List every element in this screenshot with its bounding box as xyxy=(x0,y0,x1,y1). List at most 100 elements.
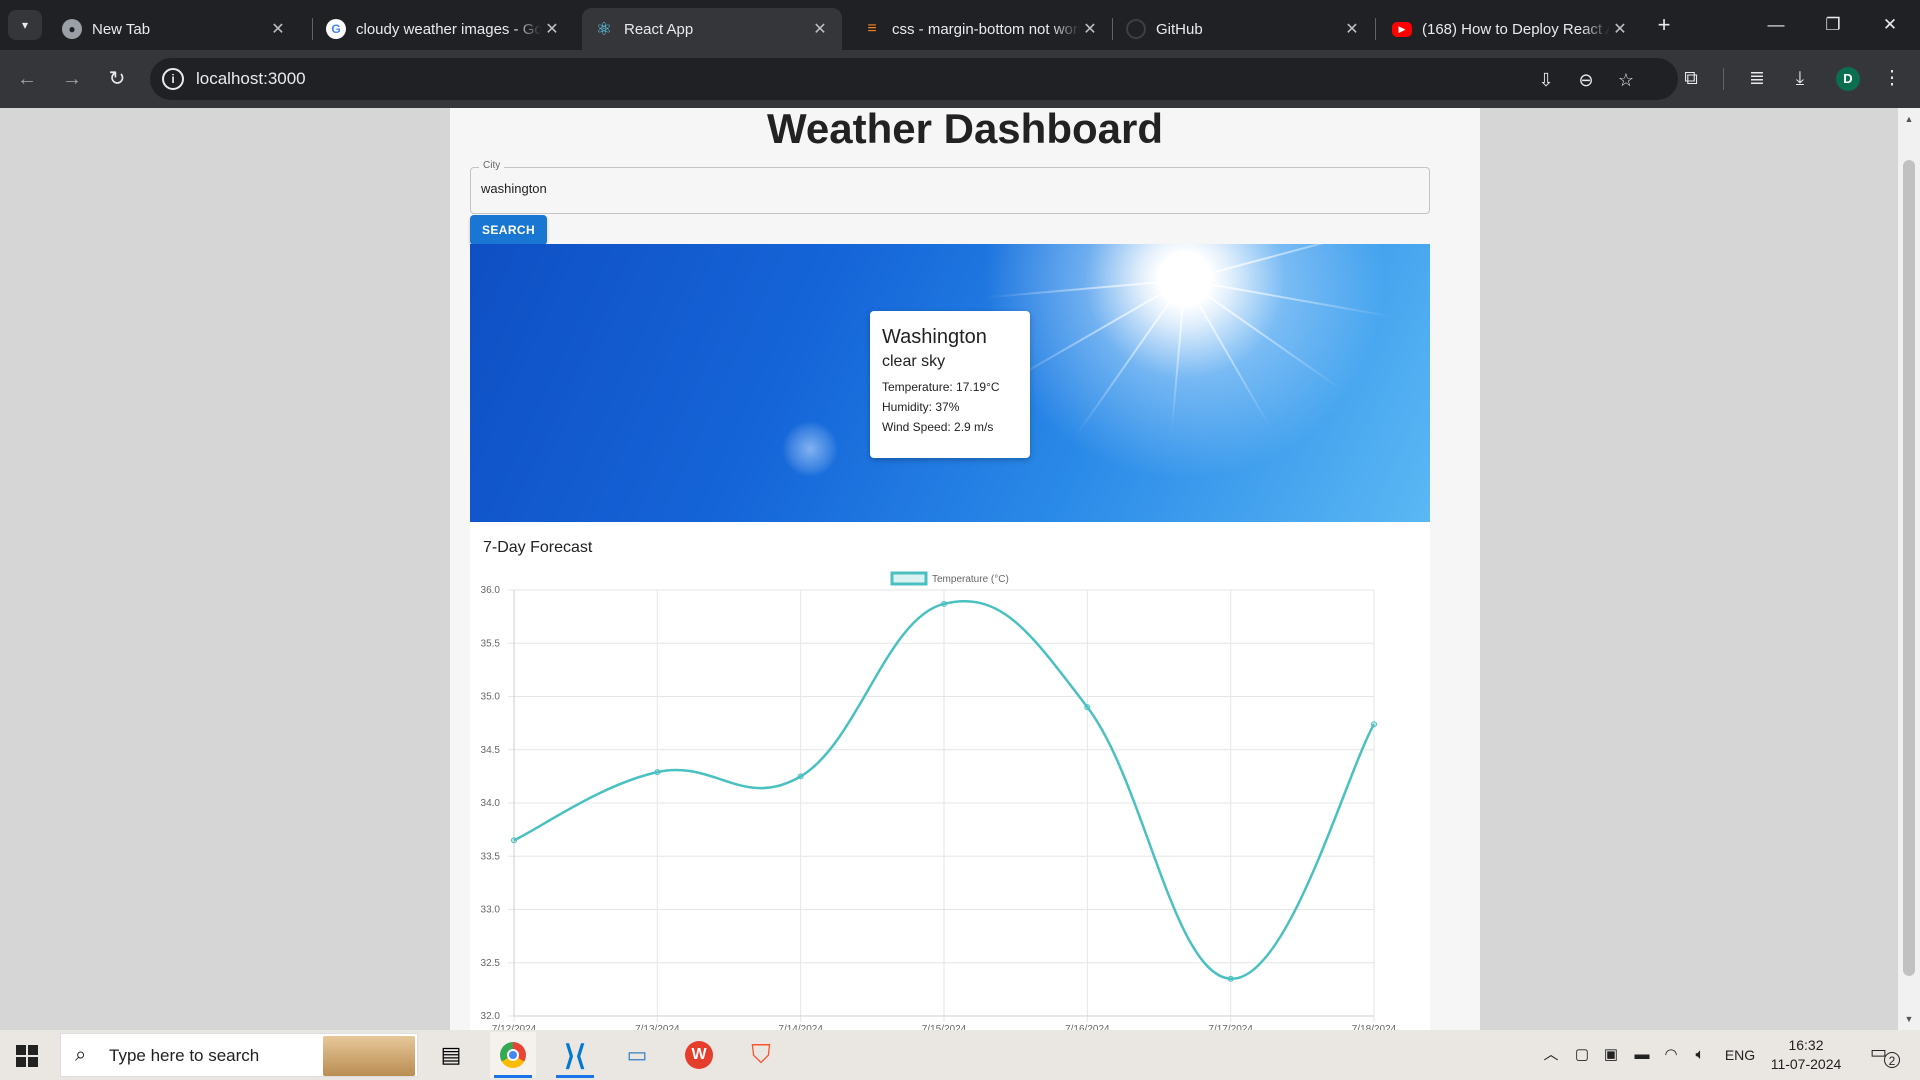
github-icon xyxy=(1126,19,1146,39)
menu-icon[interactable]: ⋮ xyxy=(1878,64,1906,94)
task-view-icon[interactable]: ▤ xyxy=(428,1032,474,1078)
tab-github[interactable]: GitHub ✕ xyxy=(1114,8,1374,50)
arrow-right-icon: → xyxy=(62,68,82,90)
url-text[interactable]: localhost:3000 xyxy=(196,69,306,89)
media-controls-icon[interactable]: ≣ xyxy=(1743,64,1771,94)
sun-ray xyxy=(1075,279,1186,437)
browser-toolbar: ← → ↻ i localhost:3000 ⇩ ⊖ ☆ ⧉ ≣ ⤓ ⋮ xyxy=(0,50,1920,108)
tab-youtube[interactable]: ▶ (168) How to Deploy React App ✕ xyxy=(1380,8,1642,50)
browser-tab-bar: ▾ ● New Tab ✕ G cloudy weather images - … xyxy=(0,0,1920,50)
weather-hero-image: Washington clear sky Temperature: 17.19°… xyxy=(470,244,1430,522)
y-tick-label: 32.5 xyxy=(481,958,501,969)
zoom-icon[interactable]: ⊖ xyxy=(1574,68,1598,92)
city-name: Washington xyxy=(882,326,987,348)
y-tick-label: 36.0 xyxy=(481,585,501,596)
minimize-button[interactable]: — xyxy=(1756,10,1796,40)
sun-ray xyxy=(1184,279,1271,428)
tab-separator xyxy=(312,18,313,40)
tab-react-app[interactable]: ⚛ React App ✕ xyxy=(582,8,842,50)
restore-icon: ❐ xyxy=(1825,15,1841,34)
forecast-line-chart: 36.035.535.034.534.033.533.032.532.07/12… xyxy=(481,571,1397,1030)
chevron-down-icon: ▾ xyxy=(21,18,29,32)
taskbar-search-box[interactable]: ⌕ Type here to search xyxy=(60,1033,418,1077)
legend-label: Temperature (°C) xyxy=(932,574,1009,585)
extensions-icon[interactable]: ⧉ xyxy=(1677,64,1705,94)
scroll-up-icon[interactable]: ▲ xyxy=(1904,114,1914,124)
tab-label: css - margin-bottom not working xyxy=(892,20,1080,38)
tab-label: cloudy weather images - Google Search xyxy=(356,20,542,38)
notification-icon[interactable]: ▭ 2 xyxy=(1870,1042,1900,1068)
close-window-button[interactable]: ✕ xyxy=(1870,10,1910,40)
close-icon[interactable]: ✕ xyxy=(268,19,288,39)
close-icon[interactable]: ✕ xyxy=(1342,19,1362,39)
tab-new-tab[interactable]: ● New Tab ✕ xyxy=(50,8,300,50)
react-icon: ⚛ xyxy=(595,18,613,39)
minimize-icon: — xyxy=(1767,15,1785,34)
meet-now-icon[interactable]: ▢ xyxy=(1571,1044,1593,1066)
restore-button[interactable]: ❐ xyxy=(1813,10,1853,40)
back-button[interactable]: ← xyxy=(12,64,42,94)
clock-time: 16:32 xyxy=(1788,1037,1824,1053)
wps-office-icon[interactable]: W xyxy=(676,1032,722,1078)
forward-button[interactable]: → xyxy=(57,64,87,94)
city-input[interactable] xyxy=(481,181,1381,196)
close-icon[interactable]: ✕ xyxy=(542,19,562,39)
tab-separator xyxy=(1375,18,1376,40)
desktop-app-icon[interactable]: ▭ xyxy=(614,1032,660,1078)
display-icon[interactable]: ▣ xyxy=(1600,1044,1622,1066)
wifi-icon[interactable]: ◠ xyxy=(1660,1044,1682,1066)
page-scrollbar[interactable]: ▲ ▼ xyxy=(1898,108,1920,1030)
volume-icon[interactable]: 🔈︎ xyxy=(1689,1044,1711,1066)
language-indicator[interactable]: ENG xyxy=(1720,1044,1760,1066)
temperature-text: Temperature: 17.19°C xyxy=(882,380,1000,394)
tab-separator xyxy=(1112,18,1113,40)
y-tick-label: 32.0 xyxy=(481,1011,501,1022)
data-point xyxy=(654,769,661,776)
toolbar-divider xyxy=(1723,68,1724,90)
data-point xyxy=(1371,721,1377,728)
clock-date: 11-07-2024 xyxy=(1770,1056,1842,1072)
scroll-down-icon[interactable]: ▼ xyxy=(1904,1014,1914,1024)
search-highlight-image xyxy=(323,1036,415,1076)
close-icon[interactable]: ✕ xyxy=(1610,19,1630,39)
y-tick-label: 33.0 xyxy=(481,905,501,916)
vscode-taskbar-icon[interactable]: ⟩⟨ xyxy=(552,1032,598,1078)
reload-icon: ↻ xyxy=(108,68,126,90)
youtube-icon: ▶ xyxy=(1392,21,1412,37)
search-button[interactable]: SEARCH xyxy=(470,215,547,245)
profile-avatar[interactable]: D xyxy=(1836,67,1860,91)
tab-label: New Tab xyxy=(92,20,151,38)
tab-search-button[interactable]: ▾ xyxy=(8,10,42,40)
taskbar-clock[interactable]: 16:32 11-07-2024 xyxy=(1766,1036,1846,1074)
windows-taskbar: ⌕ Type here to search ▤ ⟩⟨ ▭ W ⛉ ︿ ▢ ▣ ▬… xyxy=(0,1030,1920,1080)
y-tick-label: 34.5 xyxy=(481,745,501,756)
tab-stackoverflow[interactable]: ≡ css - margin-bottom not working ✕ xyxy=(850,8,1112,50)
y-tick-label: 35.0 xyxy=(481,692,501,703)
data-point xyxy=(797,773,804,780)
new-tab-button[interactable]: + xyxy=(1651,12,1677,38)
reload-button[interactable]: ↻ xyxy=(102,64,132,94)
bookmark-star-icon[interactable]: ☆ xyxy=(1614,68,1638,92)
address-bar[interactable]: i localhost:3000 ⇩ ⊖ ☆ xyxy=(150,58,1678,100)
data-point xyxy=(941,600,947,607)
sun-ray xyxy=(1002,279,1186,386)
downloads-icon[interactable]: ⤓ xyxy=(1786,64,1814,94)
show-hidden-icons[interactable]: ︿ xyxy=(1540,1044,1562,1066)
sun-ray xyxy=(1184,279,1342,390)
close-icon[interactable]: ✕ xyxy=(1080,19,1100,39)
tab-google-search[interactable]: G cloudy weather images - Google Search … xyxy=(314,8,574,50)
city-field[interactable]: City xyxy=(470,160,1430,214)
windows-start-icon[interactable] xyxy=(16,1045,38,1067)
close-icon[interactable]: ✕ xyxy=(810,19,830,39)
brave-browser-icon[interactable]: ⛉ xyxy=(738,1032,784,1078)
site-info-icon[interactable]: i xyxy=(162,68,184,90)
current-weather-card: Washington clear sky Temperature: 17.19°… xyxy=(870,311,1030,458)
weather-condition: clear sky xyxy=(882,353,946,370)
page-title: Weather Dashboard xyxy=(767,108,1163,152)
scrollbar-thumb[interactable] xyxy=(1903,160,1915,976)
install-app-icon[interactable]: ⇩ xyxy=(1534,68,1558,92)
search-icon: ⌕ xyxy=(75,1044,87,1066)
chrome-taskbar-icon[interactable] xyxy=(490,1032,536,1078)
battery-icon[interactable]: ▬ xyxy=(1630,1044,1654,1066)
humidity-text: Humidity: 37% xyxy=(882,400,960,414)
